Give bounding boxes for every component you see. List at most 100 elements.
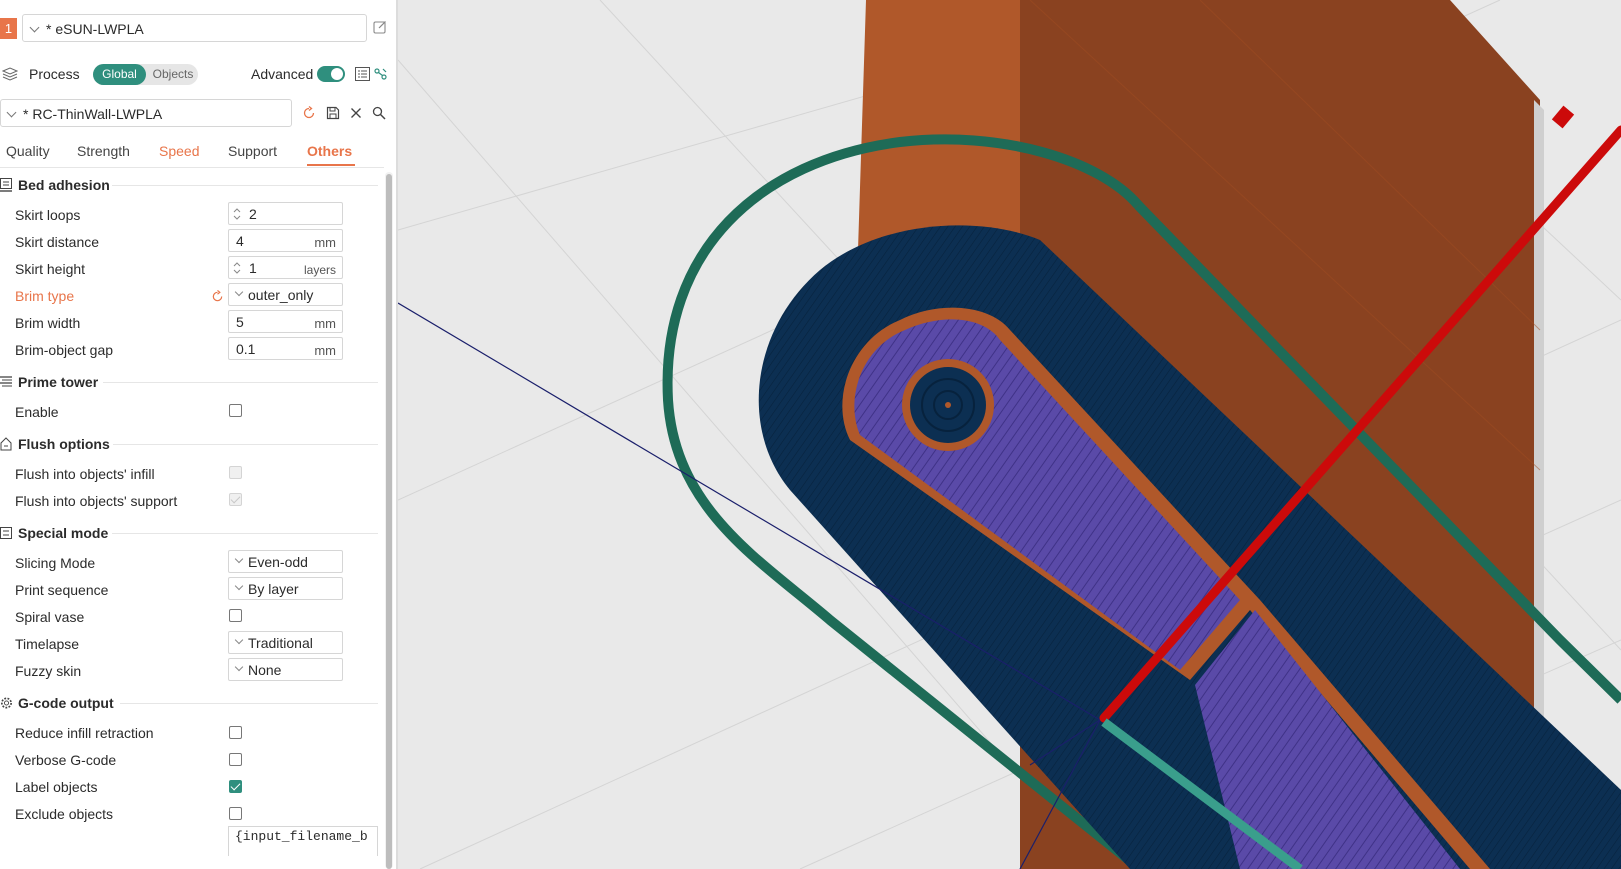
skirt-height-input[interactable]: 1 layers xyxy=(228,256,343,279)
check-icon xyxy=(230,493,241,504)
exclude-objects-label: Exclude objects xyxy=(15,806,114,822)
brim-width-value: 5 xyxy=(236,314,244,330)
fuzzy-skin-value: None xyxy=(248,662,282,678)
save-icon[interactable] xyxy=(326,106,340,120)
bed-adhesion-icon xyxy=(0,178,12,192)
reduce-retraction-checkbox[interactable] xyxy=(229,726,242,739)
filament-preset-name: * eSUN-LWPLA xyxy=(46,21,144,37)
filament-preset-select[interactable]: * eSUN-LWPLA xyxy=(22,14,367,42)
fuzzy-skin-select[interactable]: None xyxy=(228,658,343,681)
tabs-divider xyxy=(0,167,384,168)
slicing-mode-label: Slicing Mode xyxy=(15,555,96,571)
unit-label: mm xyxy=(314,235,336,250)
section-divider xyxy=(112,185,378,186)
settings-panel: 1 * eSUN-LWPLA Process Global Objects Ad… xyxy=(0,0,396,869)
process-label: Process xyxy=(29,66,80,82)
prime-tower-enable-checkbox[interactable] xyxy=(229,404,242,417)
check-icon xyxy=(230,780,241,791)
list-view-icon[interactable] xyxy=(355,67,370,81)
global-objects-switch[interactable]: Global Objects xyxy=(93,64,198,85)
flush-support-checkbox[interactable] xyxy=(229,493,242,506)
chevron-down-icon xyxy=(234,662,244,672)
layers-icon xyxy=(2,67,18,81)
tab-speed[interactable]: Speed xyxy=(159,143,199,159)
search-icon[interactable] xyxy=(372,106,386,120)
verbose-gcode-checkbox[interactable] xyxy=(229,753,242,766)
reset-value-icon[interactable] xyxy=(211,290,224,303)
unit-label: mm xyxy=(314,316,336,331)
unit-label: layers xyxy=(303,263,336,277)
brim-width-label: Brim width xyxy=(15,315,81,331)
tab-strength[interactable]: Strength xyxy=(77,143,130,159)
print-sequence-label: Print sequence xyxy=(15,582,109,598)
flush-icon xyxy=(0,437,12,451)
timelapse-value: Traditional xyxy=(248,635,313,651)
spinner-icon[interactable] xyxy=(233,260,241,276)
process-preset-name: * RC-ThinWall-LWPLA xyxy=(23,106,163,122)
filename-format-input[interactable]: {input_filename_b xyxy=(228,826,378,856)
reset-icon[interactable] xyxy=(302,106,316,120)
timelapse-select[interactable]: Traditional xyxy=(228,631,343,654)
label-objects-checkbox[interactable] xyxy=(229,780,242,793)
flush-infill-checkbox[interactable] xyxy=(229,466,242,479)
special-mode-icon xyxy=(0,527,12,539)
chevron-down-icon xyxy=(234,287,244,297)
active-tab-indicator xyxy=(307,164,355,166)
section-divider xyxy=(112,533,378,534)
reduce-retraction-label: Reduce infill retraction xyxy=(15,725,154,741)
3d-viewport[interactable] xyxy=(398,0,1621,869)
skirt-height-value: 1 xyxy=(249,260,257,276)
tab-quality[interactable]: Quality xyxy=(6,143,50,159)
global-option[interactable]: Global xyxy=(93,64,146,85)
brim-width-input[interactable]: 5 mm xyxy=(228,310,343,333)
timelapse-label: Timelapse xyxy=(15,636,80,652)
fuzzy-skin-label: Fuzzy skin xyxy=(15,663,82,679)
scene-render xyxy=(398,0,1621,869)
skirt-distance-value: 4 xyxy=(236,233,244,249)
chevron-down-icon xyxy=(234,554,244,564)
chevron-down-icon xyxy=(234,635,244,645)
edit-icon[interactable] xyxy=(373,20,387,34)
skirt-height-label: Skirt height xyxy=(15,261,86,277)
skirt-loops-value: 2 xyxy=(249,206,257,222)
brim-type-label: Brim type xyxy=(15,288,75,304)
advanced-label: Advanced xyxy=(251,66,314,82)
tab-others[interactable]: Others xyxy=(307,143,352,159)
section-divider xyxy=(120,703,378,704)
compare-icon[interactable] xyxy=(373,67,388,81)
chevron-down-icon xyxy=(234,581,244,591)
print-sequence-select[interactable]: By layer xyxy=(228,577,343,600)
skirt-loops-input[interactable]: 2 xyxy=(228,202,343,225)
spiral-vase-checkbox[interactable] xyxy=(229,609,242,622)
close-icon[interactable] xyxy=(349,106,363,120)
verbose-gcode-label: Verbose G-code xyxy=(15,752,117,768)
skirt-distance-label: Skirt distance xyxy=(15,234,100,250)
brim-gap-label: Brim-object gap xyxy=(15,342,114,358)
slicing-mode-value: Even-odd xyxy=(248,554,308,570)
skirt-distance-input[interactable]: 4 mm xyxy=(228,229,343,252)
section-divider xyxy=(103,382,378,383)
objects-option[interactable]: Objects xyxy=(148,64,198,85)
brim-gap-value: 0.1 xyxy=(236,341,256,357)
section-title: Prime tower xyxy=(18,374,99,390)
prime-tower-icon xyxy=(0,376,12,387)
scrollbar-thumb[interactable] xyxy=(386,174,392,869)
spinner-icon[interactable] xyxy=(233,206,241,222)
print-sequence-value: By layer xyxy=(248,581,299,597)
exclude-objects-checkbox[interactable] xyxy=(229,807,242,820)
gear-icon xyxy=(1,697,12,709)
prime-tower-enable-label: Enable xyxy=(15,404,59,420)
settings-scrollbar[interactable] xyxy=(385,172,393,869)
brim-type-value: outer_only xyxy=(248,287,314,303)
model-front xyxy=(858,0,1020,250)
process-preset-select[interactable]: * RC-ThinWall-LWPLA xyxy=(0,99,292,127)
tab-support[interactable]: Support xyxy=(228,143,277,159)
chevron-down-icon xyxy=(6,107,17,118)
advanced-toggle[interactable] xyxy=(317,66,345,82)
brim-gap-input[interactable]: 0.1 mm xyxy=(228,337,343,360)
skirt-loops-label: Skirt loops xyxy=(15,207,81,223)
section-title: Bed adhesion xyxy=(18,177,110,193)
spiral-vase-label: Spiral vase xyxy=(15,609,85,625)
slicing-mode-select[interactable]: Even-odd xyxy=(228,550,343,573)
brim-type-select[interactable]: outer_only xyxy=(228,283,343,306)
